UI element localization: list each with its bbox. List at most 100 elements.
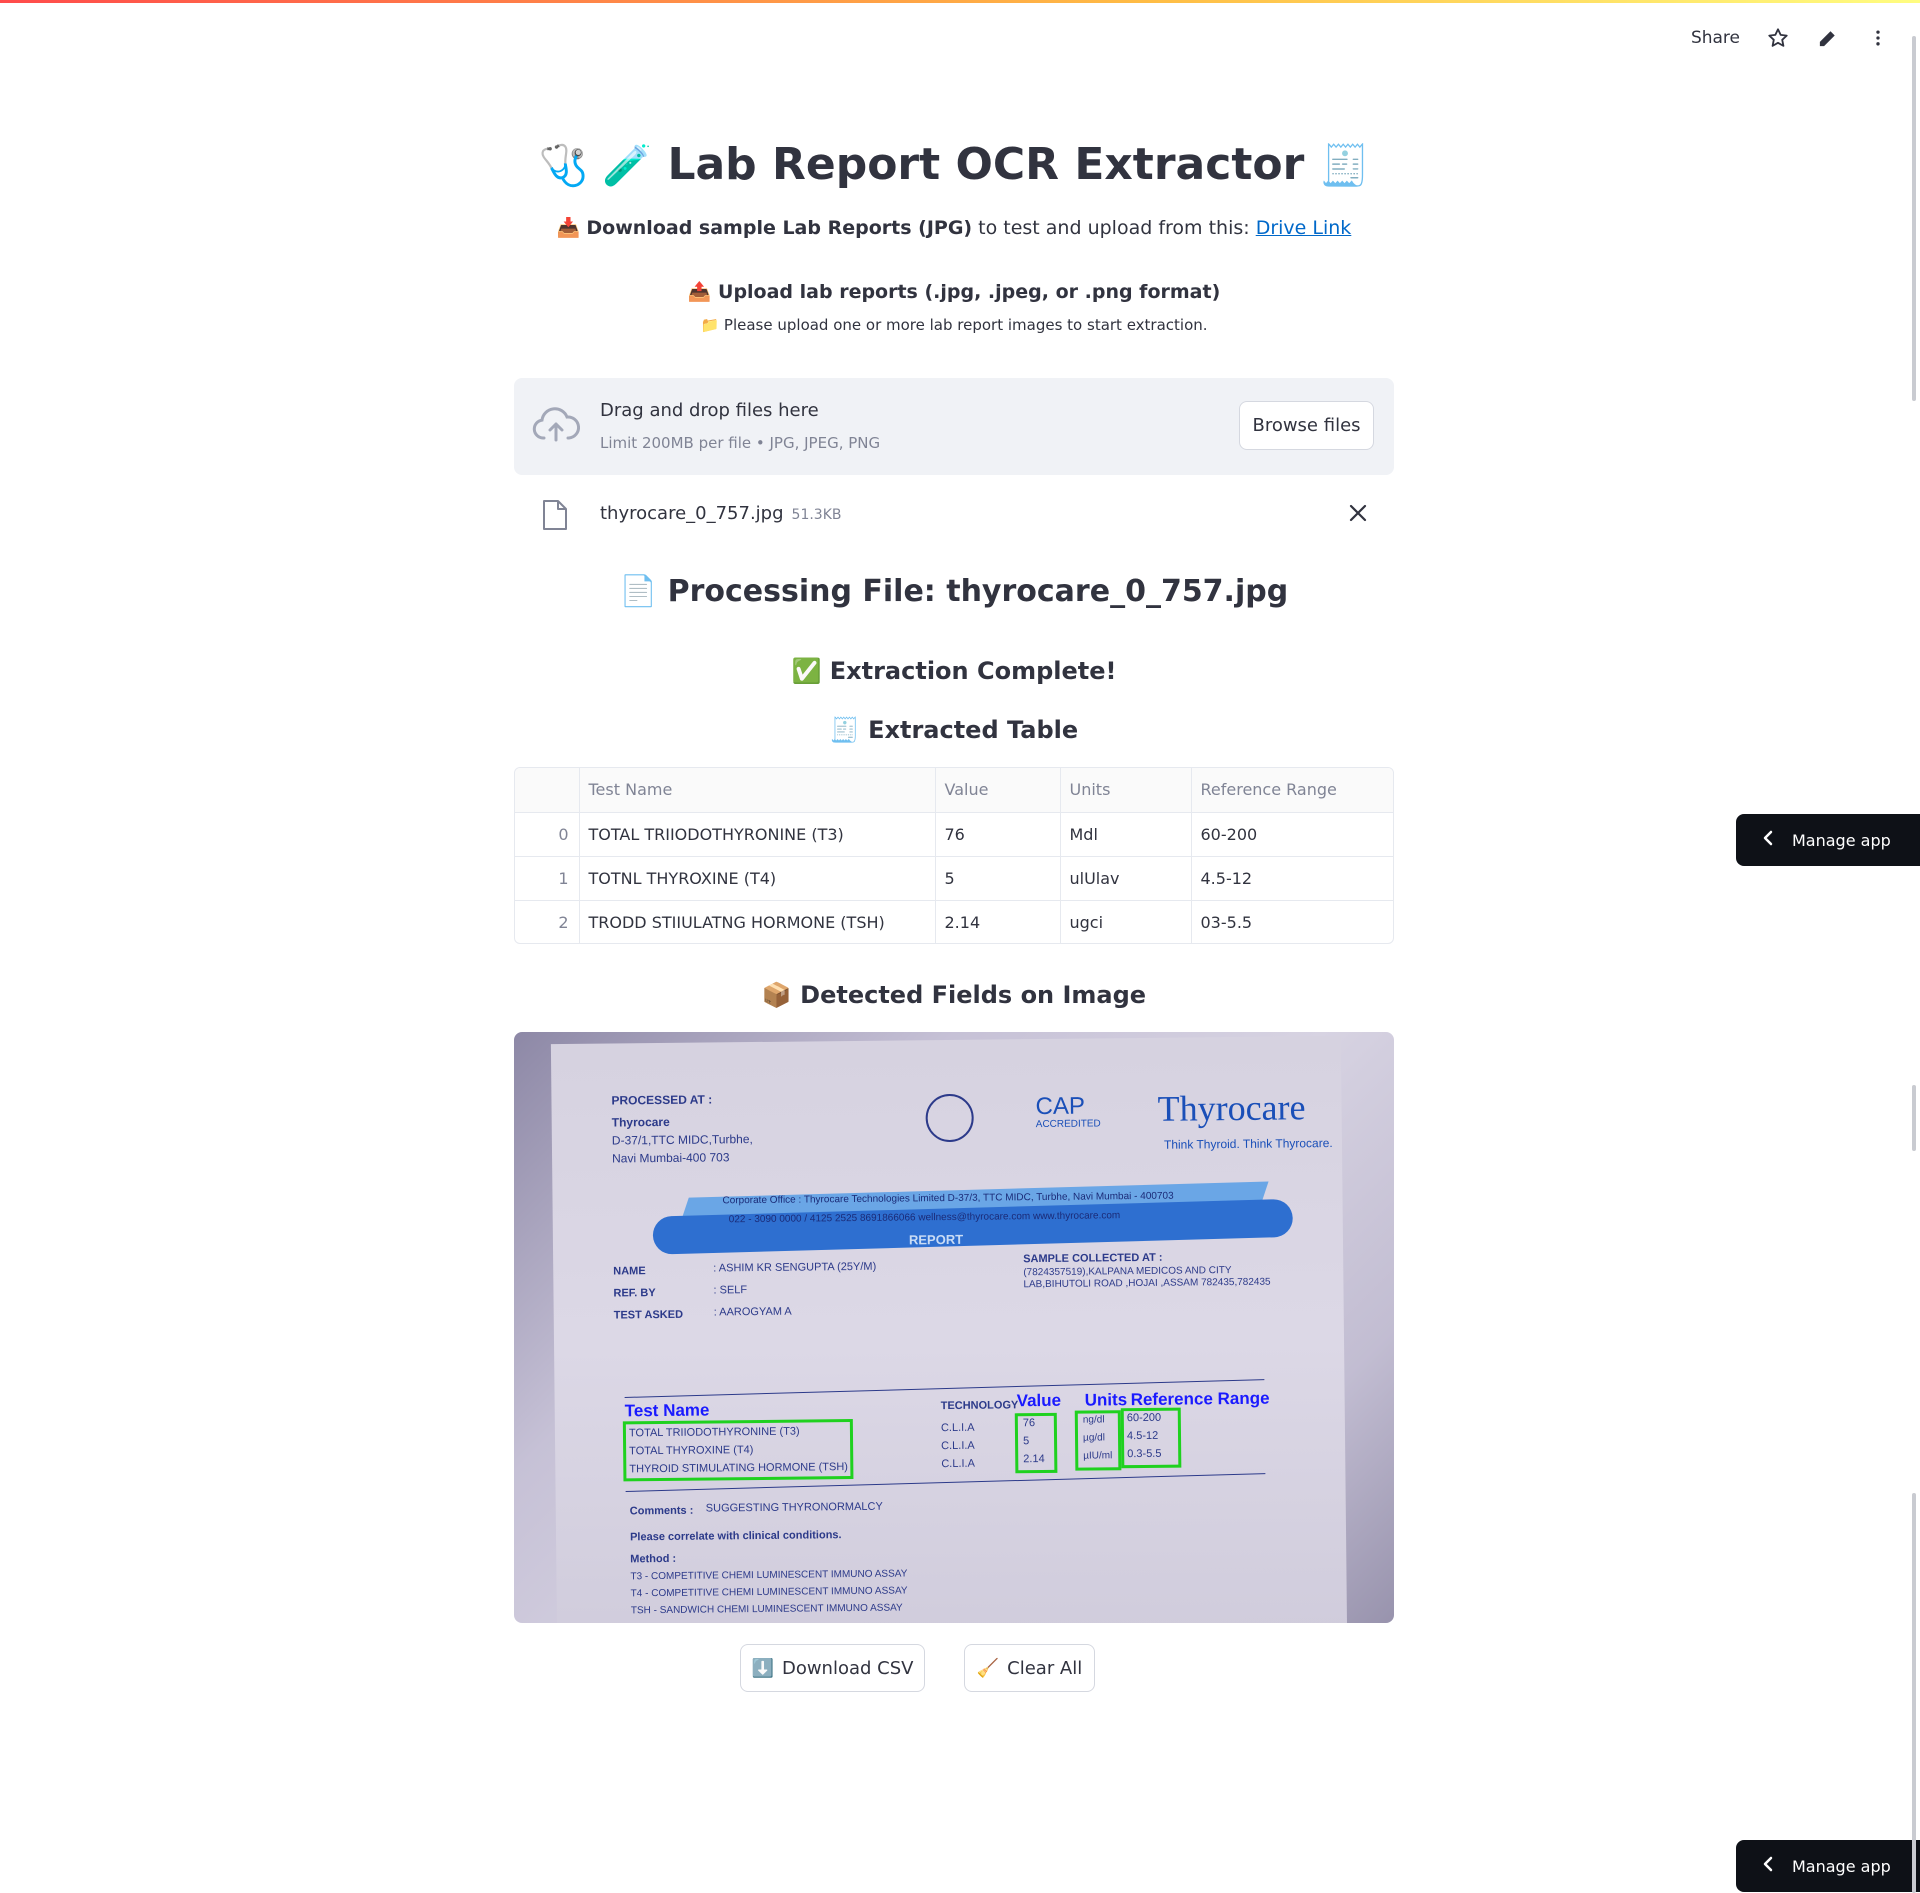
folder-icon: 📁 [700, 316, 720, 334]
clear-all-button[interactable]: 🧹 Clear All [964, 1644, 1095, 1692]
lab-address-2: Navi Mumbai-400 703 [612, 1150, 730, 1166]
receipt-icon: 🧾 [1319, 143, 1370, 189]
manage-app-label: Manage app [1792, 830, 1891, 850]
thyrocare-logo: Thyrocare [1157, 1087, 1306, 1129]
test-asked-value: : AAROGYAM A [713, 1305, 792, 1319]
extracted-table-heading: 🧾 Extracted Table [514, 716, 1394, 744]
receipt-icon: 🧾 [829, 716, 860, 744]
column-header-reference-range[interactable]: Reference Range [1191, 768, 1393, 813]
cell-units[interactable]: Mdl [1060, 812, 1192, 857]
download-sample-bold: Download sample Lab Reports (JPG) [586, 217, 973, 239]
download-sample-line: 📥 Download sample Lab Reports (JPG) to t… [514, 216, 1394, 239]
extraction-status-text: Extraction Complete! [829, 657, 1117, 685]
cell-reference-range[interactable]: 4.5-12 [1191, 856, 1393, 901]
file-size: 51.3KB [791, 507, 842, 523]
pencil-icon[interactable] [1816, 26, 1840, 50]
drive-link[interactable]: Drive Link [1256, 217, 1352, 239]
upload-hint: 📁 Please upload one or more lab report i… [514, 316, 1394, 334]
table-header-row: Test Name Value Units Reference Range [515, 768, 1393, 813]
index-header[interactable] [515, 768, 580, 813]
report-label: REPORT [908, 1231, 964, 1248]
column-header-test-name[interactable]: Test Name [579, 768, 936, 813]
manage-app-button[interactable]: Manage app [1736, 814, 1920, 866]
extracted-dataframe[interactable]: Test Name Value Units Reference Range 0 … [514, 767, 1394, 944]
overlay-test-name: Test Name [624, 1400, 710, 1421]
cell-test-name[interactable]: TOTNL THYROXINE (T4) [579, 856, 936, 901]
manage-app-button[interactable]: Manage app [1736, 1840, 1920, 1892]
scrollbar-thumb[interactable] [1912, 1085, 1916, 1151]
method-2: T4 - COMPETITIVE CHEMI LUMINESCENT IMMUN… [630, 1585, 908, 1600]
clear-all-label: Clear All [1007, 1657, 1083, 1679]
technology-label: TECHNOLOGY [940, 1399, 1019, 1413]
upload-label-text: Upload lab reports (.jpg, .jpeg, or .png… [718, 281, 1221, 303]
column-header-value[interactable]: Value [935, 768, 1061, 813]
download-csv-label: Download CSV [781, 1657, 914, 1679]
cell-units[interactable]: ulUlav [1060, 856, 1192, 901]
sample-collected-label: SAMPLE COLLECTED AT : [1023, 1251, 1163, 1266]
ref-by-label: REF. BY [613, 1287, 656, 1300]
star-icon[interactable] [1766, 26, 1790, 50]
top-decoration-bar [0, 0, 1920, 3]
action-buttons: ⬇️ Download CSV 🧹 Clear All [514, 1644, 1394, 1692]
cell-test-name[interactable]: TOTAL TRIIODOTHYRONINE (T3) [579, 812, 936, 857]
file-name: thyrocare_0_757.jpg 51.3KB [600, 503, 842, 524]
file-name-text: thyrocare_0_757.jpg [600, 503, 784, 524]
upload-label: 📤 Upload lab reports (.jpg, .jpeg, or .p… [514, 280, 1394, 303]
extraction-status-heading: ✅ Extraction Complete! [514, 657, 1394, 685]
processing-file-heading: 📄 Processing File: thyrocare_0_757.jpg [514, 574, 1394, 609]
patient-name-label: NAME [613, 1265, 646, 1278]
scrollbar-thumb[interactable] [1912, 1493, 1916, 1893]
row-index: 2 [515, 900, 580, 943]
scrollbar-thumb[interactable] [1912, 36, 1916, 401]
processed-at-label: PROCESSED AT : [611, 1092, 713, 1108]
detected-fields-heading: 📦 Detected Fields on Image [514, 981, 1394, 1009]
comments-label: Comments : [629, 1504, 694, 1518]
cell-value[interactable]: 5 [935, 856, 1061, 901]
more-vertical-icon[interactable] [1866, 26, 1890, 50]
remove-file-close-icon[interactable] [1348, 503, 1370, 525]
inbox-icon: 📥 [556, 217, 581, 239]
method-label: Method : [630, 1552, 677, 1566]
cap-accredited: ACCREDITED [1035, 1118, 1101, 1131]
thyrocare-tagline: Think Thyroid. Think Thyrocare. [1163, 1135, 1333, 1152]
browse-files-button[interactable]: Browse files [1239, 401, 1374, 450]
cell-units[interactable]: ugci [1060, 900, 1192, 943]
annotated-report-image: PROCESSED AT : Thyrocare D-37/1,TTC MIDC… [514, 1032, 1394, 1623]
patient-name-value: : ASHIM KR SENGUPTA (25Y/M) [713, 1260, 877, 1275]
file-dropzone[interactable]: Drag and drop files here Limit 200MB per… [514, 378, 1394, 475]
method-1: T3 - COMPETITIVE CHEMI LUMINESCENT IMMUN… [630, 1568, 908, 1583]
uploaded-file-item: thyrocare_0_757.jpg 51.3KB [514, 495, 1394, 535]
cap-logo: CAP [1035, 1092, 1086, 1121]
seal-icon [925, 1093, 974, 1143]
cell-reference-range[interactable]: 03-5.5 [1191, 900, 1393, 943]
cell-value[interactable]: 76 [935, 812, 1061, 857]
report-tech-2: C.L.I.A [941, 1439, 975, 1453]
outbox-icon: 📤 [687, 281, 712, 303]
detection-box-test-name [622, 1419, 854, 1482]
cell-reference-range[interactable]: 60-200 [1191, 812, 1393, 857]
report-tech-1: C.L.I.A [940, 1421, 975, 1435]
download-sample-text: to test and upload from this: [972, 217, 1256, 239]
cell-test-name[interactable]: TRODD STIIULATNG HORMONE (TSH) [579, 900, 936, 943]
table-row: 2 TRODD STIIULATNG HORMONE (TSH) 2.14 ug… [515, 900, 1393, 943]
report-tech-3: C.L.I.A [941, 1457, 975, 1471]
broom-icon: 🧹 [976, 1657, 1000, 1679]
correlate-note: Please correlate with clinical condition… [629, 1529, 842, 1544]
package-icon: 📦 [761, 981, 792, 1009]
detected-fields-text: Detected Fields on Image [800, 981, 1147, 1009]
lab-address-1: D-37/1,TTC MIDC,Turbhe, [611, 1132, 753, 1148]
detection-box-value [1014, 1412, 1058, 1474]
table-row: 1 TOTNL THYROXINE (T4) 5 ulUlav 4.5-12 [515, 856, 1393, 901]
column-header-units[interactable]: Units [1060, 768, 1192, 813]
row-index: 1 [515, 856, 580, 901]
cloud-upload-icon [532, 406, 581, 446]
comments-value: SUGGESTING THYRONORMALCY [705, 1500, 883, 1515]
cell-value[interactable]: 2.14 [935, 900, 1061, 943]
share-button[interactable]: Share [1691, 28, 1740, 48]
down-arrow-icon: ⬇️ [751, 1657, 774, 1679]
dropzone-limit: Limit 200MB per file • JPG, JPEG, PNG [600, 434, 881, 452]
app-toolbar: Share [1691, 22, 1890, 54]
download-csv-button[interactable]: ⬇️ Download CSV [740, 1644, 925, 1692]
page-title-text: Lab Report OCR Extractor [667, 139, 1305, 190]
detection-box-range [1120, 1407, 1182, 1469]
